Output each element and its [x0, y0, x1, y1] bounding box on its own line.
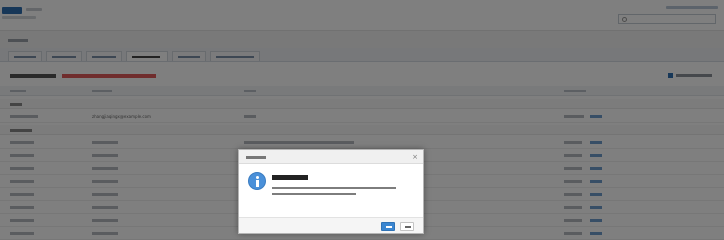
ok-button[interactable] [381, 222, 395, 231]
dialog-title [246, 156, 266, 159]
dialog-footer [239, 217, 423, 233]
dialog-question [272, 175, 308, 180]
cancel-button[interactable] [400, 222, 414, 231]
dialog-title-bar: × [239, 150, 423, 164]
dialog-message-line-1 [272, 187, 396, 189]
confirm-dialog: × [238, 149, 424, 234]
info-icon [248, 172, 266, 190]
dialog-message-line-2 [272, 193, 356, 195]
close-icon[interactable]: × [411, 153, 419, 161]
